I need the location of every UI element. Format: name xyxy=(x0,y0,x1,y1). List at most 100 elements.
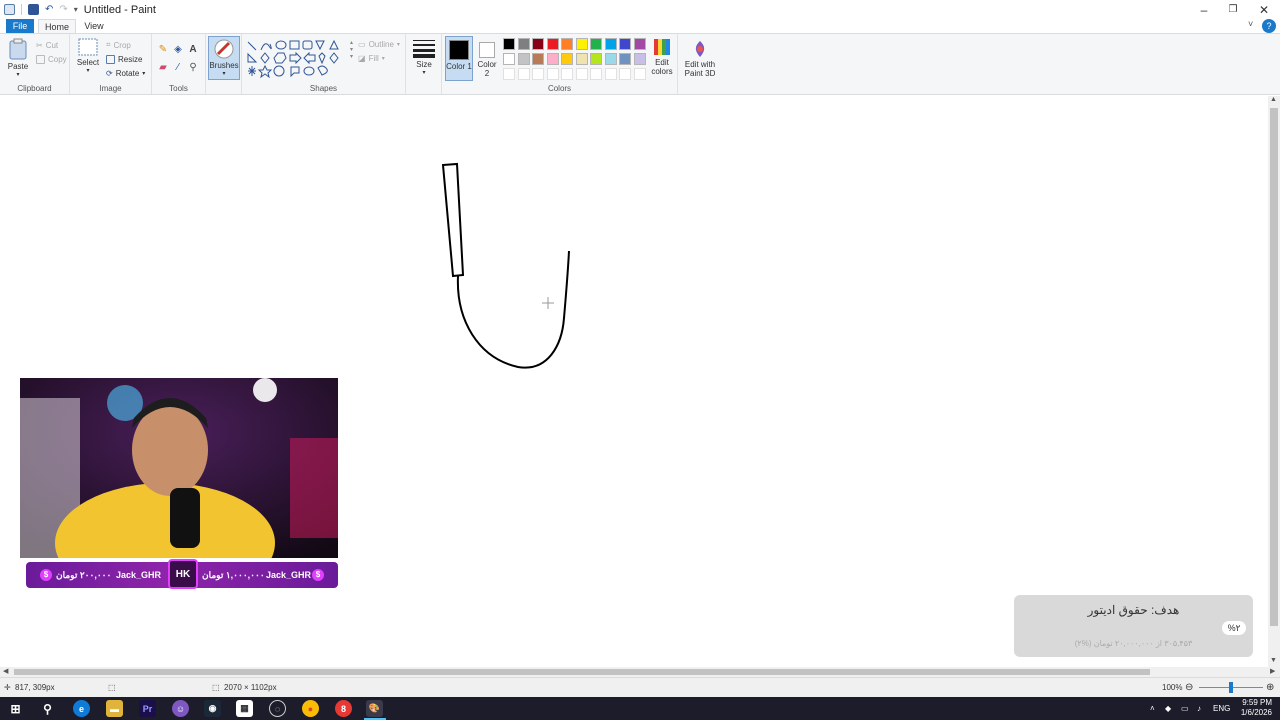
palette-swatch[interactable] xyxy=(503,38,515,50)
size-dropdown-icon: ▾ xyxy=(422,70,426,76)
palette-swatch[interactable] xyxy=(619,53,631,65)
tab-view[interactable]: View xyxy=(78,19,110,33)
paint-taskbar-icon[interactable]: 🎨 xyxy=(366,700,383,717)
volume-icon[interactable]: ♪ xyxy=(1197,697,1201,720)
brushes-button[interactable]: Brushes ▾ xyxy=(208,36,240,80)
palette-swatch[interactable] xyxy=(575,38,588,50)
store-icon[interactable]: ▦ xyxy=(236,700,253,717)
outline-button[interactable]: ▭ Outline ▾ xyxy=(358,38,400,50)
palette-swatch[interactable] xyxy=(633,38,646,50)
crop-button[interactable]: ⌗ Crop xyxy=(106,39,131,51)
palette-custom-slot[interactable] xyxy=(532,68,544,80)
palette-custom-slot[interactable] xyxy=(503,68,515,80)
palette-swatch[interactable] xyxy=(561,38,573,50)
zoom-in-icon[interactable]: ⊕ xyxy=(1266,678,1274,697)
help-icon[interactable]: ? xyxy=(1262,19,1276,33)
start-icon[interactable]: ⊞ xyxy=(7,700,24,717)
tab-home[interactable]: Home xyxy=(38,19,76,33)
minimize-button[interactable]: – xyxy=(1188,0,1220,19)
obs-icon[interactable]: ◌ xyxy=(269,700,286,717)
palette-swatch[interactable] xyxy=(546,53,559,65)
scroll-up-icon[interactable]: ▲ xyxy=(1270,96,1277,103)
redo-icon[interactable]: ↷ xyxy=(59,4,67,15)
palette-custom-slot[interactable] xyxy=(604,68,617,80)
collapse-ribbon-icon[interactable]: ˅ xyxy=(1248,19,1253,29)
customize-quick-access-icon[interactable]: ▾ xyxy=(74,5,78,14)
rotate-button[interactable]: ⟳ Rotate ▾ xyxy=(106,67,145,79)
palette-swatch[interactable] xyxy=(532,53,544,65)
size-button[interactable]: Size ▾ xyxy=(410,38,438,78)
select-icon xyxy=(78,38,98,56)
tray-expand-icon[interactable]: ˄ xyxy=(1150,697,1155,720)
file-explorer-icon[interactable]: ▬ xyxy=(106,700,123,717)
undo-icon[interactable]: ↶ xyxy=(45,4,53,15)
palette-swatch[interactable] xyxy=(633,53,646,65)
copy-button[interactable]: Copy xyxy=(36,53,67,65)
save-icon[interactable] xyxy=(28,4,39,15)
app-icon[interactable]: 8 xyxy=(335,700,352,717)
paste-dropdown-icon[interactable]: ▾ xyxy=(4,71,32,80)
shapes-scroll-icon[interactable]: ▴ ▾ ▾ xyxy=(350,39,353,60)
zoom-out-icon[interactable]: ⊖ xyxy=(1185,678,1193,697)
horizontal-scroll-thumb[interactable] xyxy=(14,669,1150,675)
color-picker-icon[interactable]: ⁄ xyxy=(171,60,185,74)
palette-swatch[interactable] xyxy=(604,38,617,50)
palette-swatch[interactable] xyxy=(546,38,559,50)
eraser-icon[interactable]: ▰ xyxy=(156,60,170,74)
palette-swatch[interactable] xyxy=(532,38,544,50)
palette-custom-slot[interactable] xyxy=(619,68,631,80)
pencil-icon[interactable]: ✎ xyxy=(156,42,170,56)
palette-swatch[interactable] xyxy=(503,53,515,65)
security-icon[interactable]: ◆ xyxy=(1165,697,1171,720)
restore-button[interactable]: ❐ xyxy=(1217,0,1249,19)
palette-custom-slot[interactable] xyxy=(590,68,602,80)
vertical-scroll-thumb[interactable] xyxy=(1270,108,1278,626)
text-tool-icon[interactable]: A xyxy=(186,42,200,56)
palette-custom-slot[interactable] xyxy=(517,68,530,80)
palette-swatch[interactable] xyxy=(590,53,602,65)
zoom-slider-thumb[interactable] xyxy=(1229,682,1233,693)
discord-icon[interactable]: ☺ xyxy=(172,700,189,717)
horizontal-scrollbar[interactable]: ◀ ▶ xyxy=(0,667,1280,677)
color1-button[interactable]: Color 1 xyxy=(445,36,473,81)
zoom-slider[interactable] xyxy=(1199,682,1263,693)
palette-custom-slot[interactable] xyxy=(561,68,573,80)
chrome-icon[interactable]: ● xyxy=(302,700,319,717)
cut-button[interactable]: ✂ Cut xyxy=(36,39,58,51)
select-dropdown-icon[interactable]: ▾ xyxy=(74,67,102,76)
palette-custom-slot[interactable] xyxy=(575,68,588,80)
edit-with-paint3d-button[interactable]: Edit with Paint 3D xyxy=(680,40,720,78)
palette-swatch[interactable] xyxy=(590,38,602,50)
vertical-scrollbar[interactable]: ▲ ▼ xyxy=(1268,96,1280,667)
search-icon[interactable]: ⚲ xyxy=(39,700,56,717)
shapes-gallery[interactable] xyxy=(246,40,350,80)
outline-icon: ▭ xyxy=(358,39,366,49)
resize-button[interactable]: Resize xyxy=(106,53,142,65)
close-button[interactable]: ✕ xyxy=(1248,0,1280,19)
premiere-icon[interactable]: Pr xyxy=(139,700,156,717)
fill-button[interactable]: ◪ Fill ▾ xyxy=(358,52,385,64)
scroll-down-icon[interactable]: ▼ xyxy=(1270,657,1277,664)
palette-swatch[interactable] xyxy=(517,38,530,50)
edge-icon[interactable]: e xyxy=(73,700,90,717)
scroll-right-icon[interactable]: ▶ xyxy=(1270,667,1275,675)
steam-icon[interactable]: ◉ xyxy=(204,700,221,717)
palette-custom-slot[interactable] xyxy=(633,68,646,80)
select-button[interactable]: Select ▾ xyxy=(74,38,102,76)
palette-swatch[interactable] xyxy=(604,53,617,65)
palette-custom-slot[interactable] xyxy=(546,68,559,80)
scroll-left-icon[interactable]: ◀ xyxy=(3,667,8,675)
clock[interactable]: 9:59 PM 1/6/2026 xyxy=(1238,698,1272,720)
fill-bucket-icon[interactable]: ◈ xyxy=(171,42,185,56)
palette-swatch[interactable] xyxy=(561,53,573,65)
tab-file[interactable]: File xyxy=(6,19,34,33)
palette-swatch[interactable] xyxy=(575,53,588,65)
language-indicator[interactable]: ENG xyxy=(1213,697,1230,720)
magnifier-icon[interactable]: ⚲ xyxy=(186,60,200,74)
edit-colors-button[interactable]: Edit colors xyxy=(646,38,678,76)
network-icon[interactable]: ▭ xyxy=(1181,697,1189,720)
palette-swatch[interactable] xyxy=(517,53,530,65)
color2-button[interactable]: Color 2 xyxy=(475,36,499,78)
paste-button[interactable]: Paste ▾ xyxy=(4,38,32,80)
palette-swatch[interactable] xyxy=(619,38,631,50)
